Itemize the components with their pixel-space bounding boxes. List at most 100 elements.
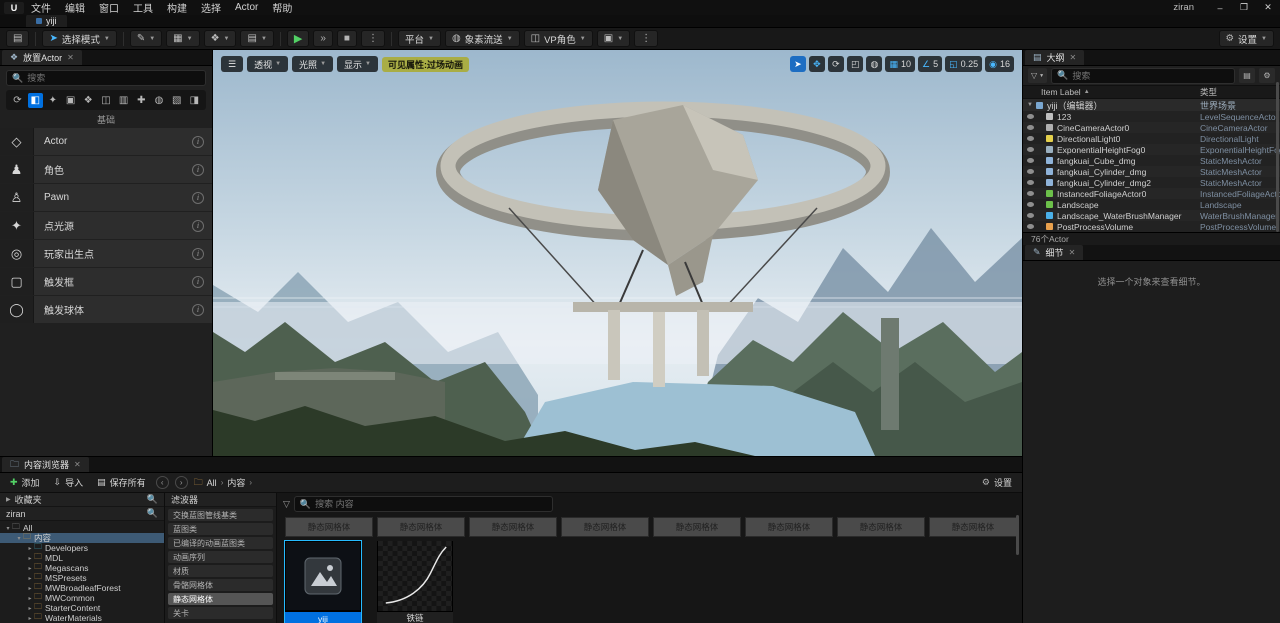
- info-icon[interactable]: i: [192, 303, 204, 316]
- expander-icon[interactable]: ▸: [26, 585, 34, 592]
- perspective-dropdown[interactable]: 透视 ▼: [247, 56, 289, 72]
- expander-icon[interactable]: ▸: [26, 575, 34, 582]
- place-category-button[interactable]: ◫: [98, 93, 113, 108]
- asset-tile-partial[interactable]: 静态网格体: [745, 517, 833, 537]
- outliner-search-box[interactable]: 🔍: [1051, 67, 1235, 84]
- asset-tile-tielian[interactable]: 铁链: [377, 541, 453, 623]
- place-category-button[interactable]: ◧: [27, 92, 43, 108]
- outliner-row[interactable]: Landscape_WaterBrushManager WaterBrushMa…: [1023, 210, 1280, 221]
- outliner-row[interactable]: 123 LevelSequenceActor: [1023, 111, 1280, 122]
- expander-icon[interactable]: ▾: [15, 535, 23, 542]
- expander-icon[interactable]: ▸: [26, 595, 34, 602]
- expander-icon[interactable]: ▸: [26, 545, 34, 552]
- place-item[interactable]: ◎ 玩家出生点 i: [0, 240, 212, 267]
- settings-dropdown[interactable]: ⚙ 设置 ▼: [1218, 30, 1274, 47]
- skip-frame-button[interactable]: »: [313, 30, 333, 47]
- visibility-eye-icon[interactable]: [1027, 125, 1034, 130]
- place-category-button[interactable]: ▣: [63, 93, 78, 108]
- expander-icon[interactable]: ▸: [26, 565, 34, 572]
- details-tab[interactable]: ✎ 细节 ✕: [1025, 245, 1084, 260]
- collection-section[interactable]: ziran 🔍: [0, 507, 164, 521]
- outliner-filter-button[interactable]: ▽ ▼: [1028, 68, 1048, 83]
- outliner-row[interactable]: DirectionalLight0 DirectionalLight: [1023, 133, 1280, 144]
- visibility-eye-icon[interactable]: [1027, 169, 1034, 174]
- history-back-button[interactable]: ‹: [155, 476, 169, 489]
- info-icon[interactable]: i: [192, 163, 204, 176]
- column-item-label[interactable]: Item Label ▲: [1041, 87, 1200, 97]
- place-category-button[interactable]: ▥: [116, 93, 131, 108]
- close-icon[interactable]: ✕: [1070, 53, 1077, 62]
- place-item[interactable]: ▢ 触发框 i: [0, 268, 212, 295]
- camera-speed-button[interactable]: ◉ 16: [985, 56, 1014, 72]
- visibility-eye-icon[interactable]: [1027, 147, 1034, 152]
- close-icon[interactable]: ✕: [67, 53, 74, 62]
- column-type[interactable]: 类型: [1200, 86, 1280, 98]
- menu-item[interactable]: 选择: [194, 0, 228, 15]
- asset-tile-partial[interactable]: 静态网格体: [653, 517, 741, 537]
- place-category-button[interactable]: ◍: [152, 93, 167, 108]
- asset-tile-partial[interactable]: 静态网格体: [837, 517, 925, 537]
- menu-item[interactable]: 窗口: [92, 0, 126, 15]
- place-actors-tab[interactable]: ❖ 放置Actor ✕: [2, 50, 82, 65]
- filter-item[interactable]: 关卡: [168, 607, 273, 619]
- menu-item[interactable]: 帮助: [265, 0, 299, 15]
- view-mode-dropdown[interactable]: 光照 ▼: [292, 56, 334, 72]
- breadcrumb-all[interactable]: All: [207, 478, 217, 488]
- place-item[interactable]: ◇ Actor i: [0, 128, 212, 155]
- content-settings-button[interactable]: ⚙ 设置: [978, 475, 1016, 490]
- place-item[interactable]: ♟ 角色 i: [0, 156, 212, 183]
- expander-icon[interactable]: ▼: [1027, 102, 1033, 108]
- add-button[interactable]: ✚ 添加: [6, 475, 44, 490]
- info-icon[interactable]: i: [192, 191, 204, 204]
- filter-item[interactable]: 静态网格体: [168, 593, 273, 605]
- place-search-input[interactable]: [27, 73, 200, 83]
- filter-item[interactable]: 已编译的动画蓝图类: [168, 537, 273, 549]
- filter-item[interactable]: 交换蓝图管线基类: [168, 509, 273, 521]
- place-category-button[interactable]: ▧: [169, 93, 184, 108]
- select-tool-button[interactable]: ➤: [789, 56, 806, 72]
- menu-item[interactable]: 编辑: [58, 0, 92, 15]
- filter-item[interactable]: 骨骼网格体: [168, 579, 273, 591]
- import-button[interactable]: ⇩ 导入: [50, 475, 88, 490]
- asset-tile-partial[interactable]: 静态网格体: [561, 517, 649, 537]
- toolbar-icon-dropdown[interactable]: ▤ ▼: [240, 30, 274, 47]
- outliner-row[interactable]: fangkuai_Cube_dmg StaticMeshActor: [1023, 155, 1280, 166]
- history-forward-button[interactable]: ›: [174, 476, 188, 489]
- menu-item[interactable]: 工具: [126, 0, 160, 15]
- play-options-kebab[interactable]: ⋮: [360, 30, 385, 47]
- grid-snap-button[interactable]: ▦ 10: [885, 56, 915, 72]
- search-icon[interactable]: 🔍: [147, 494, 158, 505]
- pixel-streaming-dropdown[interactable]: ◍ 象素流送 ▼: [444, 30, 520, 47]
- expander-icon[interactable]: ▸: [26, 605, 34, 612]
- folder-tree-item[interactable]: ▸ 🗀 MWBroadleafForest: [0, 582, 164, 593]
- outliner-world-row[interactable]: ▼ yiji（编辑器） 世界场景: [1023, 99, 1280, 111]
- info-icon[interactable]: i: [192, 135, 204, 148]
- info-icon[interactable]: i: [192, 247, 204, 260]
- close-button[interactable]: ✕: [1256, 0, 1280, 15]
- folder-tree-item[interactable]: ▾ 🗀 内容: [0, 532, 164, 543]
- place-category-button[interactable]: ⟳: [10, 93, 25, 108]
- platforms-dropdown[interactable]: 平台 ▼: [397, 30, 441, 47]
- outliner-browse-button[interactable]: ▤: [1239, 68, 1255, 83]
- visibility-eye-icon[interactable]: [1027, 191, 1034, 196]
- visibility-eye-icon[interactable]: [1027, 224, 1034, 229]
- info-icon[interactable]: i: [192, 275, 204, 288]
- level-tab[interactable]: yiji: [26, 14, 67, 27]
- expander-icon[interactable]: ▸: [26, 555, 34, 562]
- close-icon[interactable]: ✕: [74, 460, 81, 469]
- filter-item[interactable]: 材质: [168, 565, 273, 577]
- breadcrumb-content[interactable]: 内容: [227, 476, 245, 489]
- outliner-row[interactable]: Landscape Landscape: [1023, 199, 1280, 210]
- place-category-button[interactable]: ✦: [45, 93, 60, 108]
- funnel-icon[interactable]: ▽: [283, 499, 290, 510]
- move-tool-button[interactable]: ✥: [808, 56, 825, 72]
- place-item[interactable]: ✦ 点光源 i: [0, 212, 212, 239]
- folder-tree-item[interactable]: ▸ 🗀 MSPresets: [0, 572, 164, 583]
- cinematic-visibility-badge[interactable]: 可见属性:过场动画: [381, 56, 469, 72]
- select-mode-dropdown[interactable]: ➤ 选择模式 ▼: [42, 30, 117, 47]
- favorites-section[interactable]: ▶ 收藏夹 🔍: [0, 493, 164, 507]
- outliner-search-input[interactable]: [1072, 70, 1229, 81]
- place-search-box[interactable]: 🔍: [6, 70, 206, 86]
- content-browser-tab[interactable]: 🗀 内容浏览器 ✕: [2, 457, 89, 472]
- folder-tree-item[interactable]: ▸ 🗀 StarterContent: [0, 602, 164, 613]
